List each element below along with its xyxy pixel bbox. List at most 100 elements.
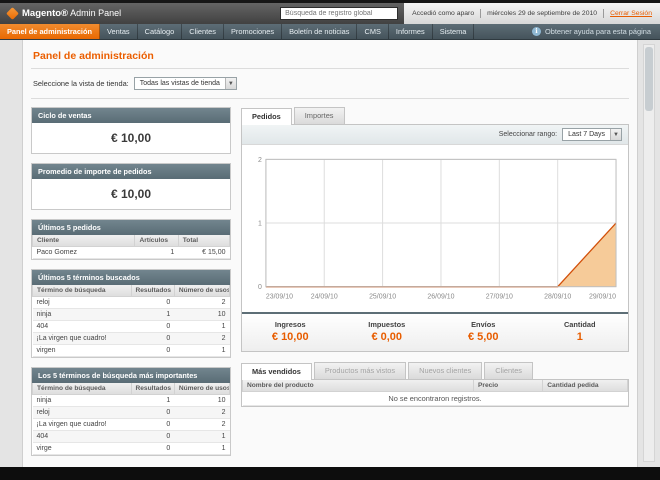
last-search-table: Término de búsqueda Resultados Número de… [32, 285, 231, 357]
last-search-title: Últimos 5 términos buscados [32, 270, 230, 285]
brand-text: Magento® Admin Panel [22, 8, 121, 19]
table-header-row: Nombre del producto Precio Cantidad pedi… [242, 380, 628, 392]
tab-clientes[interactable]: Clientes [484, 362, 533, 379]
table-row[interactable]: 404 0 1 [32, 320, 230, 333]
magento-logo-icon [6, 7, 19, 20]
lifetime-sales-value: € 10,00 [110, 131, 152, 145]
grid-tabs: Más vendidos Productos más vistos Nuevos… [241, 362, 629, 380]
right-column: Pedidos Importes Seleccionar rango: Last… [241, 107, 629, 465]
total-cantidad: Cantidad 1 [563, 320, 596, 343]
left-column: Ciclo de ventas € 10,00 Promedio de impo… [31, 107, 231, 465]
table-row[interactable]: ¡La virgen que cuadro! 0 2 [32, 332, 230, 345]
page-title: Panel de administración [33, 50, 154, 62]
logout-link[interactable]: Cerrar Sesión [610, 10, 652, 17]
table-row[interactable]: reloj 0 2 [32, 296, 230, 309]
range-select[interactable]: Last 7 Days ▼ [562, 128, 622, 141]
nav-item-promociones[interactable]: Promociones [224, 24, 283, 39]
tab-nuevos-clientes[interactable]: Nuevos clientes [408, 362, 483, 379]
logged-in-as: Accedió como aparo [412, 10, 475, 17]
table-header-row: Término de búsqueda Resultados Número de… [32, 383, 231, 395]
last-orders-table: Cliente Artículos Total Paco Gomez 1 € 1… [31, 235, 231, 259]
totals-bar: Ingresos € 10,00 Impuestos € 0,00 Envíos… [242, 312, 628, 351]
brand-suffix: Admin Panel [70, 8, 122, 18]
col-usos: Número de usos [173, 383, 231, 395]
col-articulos: Artículos [134, 235, 179, 247]
col-termino: Término de búsqueda [32, 383, 132, 395]
chart-x-label: 28/09/10 [544, 294, 571, 301]
chevron-down-icon: ▼ [224, 78, 236, 89]
global-search-input[interactable] [280, 7, 399, 20]
col-usos: Número de usos [173, 285, 231, 297]
nav-item-cms[interactable]: CMS [357, 24, 389, 39]
col-cliente: Cliente [31, 235, 136, 247]
store-view-select[interactable]: Todas las vistas de tienda ▼ [133, 77, 237, 90]
bestsellers-panel: Nombre del producto Precio Cantidad pedi… [241, 380, 629, 407]
chart-x-label: 26/09/10 [427, 294, 454, 301]
col-resultados: Resultados [130, 285, 175, 297]
separator [603, 9, 605, 18]
table-row[interactable]: reloj 0 2 [32, 406, 230, 419]
nav-item-boletin[interactable]: Boletín de noticias [282, 24, 358, 39]
last-search-card: Últimos 5 términos buscados Término de b… [31, 269, 231, 358]
col-resultados: Resultados [130, 383, 175, 395]
table-row[interactable]: 404 0 1 [32, 430, 230, 443]
page-help-link[interactable]: i Obtener ayuda para esta página [523, 24, 660, 39]
nav-item-clientes[interactable]: Clientes [182, 24, 224, 39]
total-ingresos: Ingresos € 10,00 [271, 320, 309, 343]
magento-admin-window: Magento® Admin Panel Accedió como aparo … [0, 0, 660, 480]
nav-item-informes[interactable]: Informes [389, 24, 433, 39]
table-row[interactable]: virge 0 1 [32, 442, 230, 455]
chart-x-label: 23/09/10 [266, 294, 293, 301]
nav-item-catalogo[interactable]: Catálogo [138, 24, 183, 39]
table-row[interactable]: virgen 0 1 [32, 344, 230, 357]
average-orders-title: Promedio de importe de pedidos [32, 164, 230, 179]
table-row[interactable]: ninja 1 10 [32, 308, 230, 321]
total-envios: Envíos € 5,00 [467, 320, 499, 343]
top-search-title: Los 5 términos de búsqueda más important… [32, 368, 230, 383]
tab-mas-vendidos[interactable]: Más vendidos [241, 363, 312, 380]
help-icon: i [531, 27, 541, 36]
bestsellers-block: Más vendidos Productos más vistos Nuevos… [241, 362, 629, 407]
chart-x-label: 25/09/10 [369, 294, 396, 301]
divider [31, 98, 629, 99]
table-row[interactable]: ¡La virgen que cuadro! 0 2 [32, 418, 230, 431]
average-orders-card: Promedio de importe de pedidos € 10,00 [31, 163, 231, 210]
tab-productos-mas-vistos[interactable]: Productos más vistos [313, 362, 407, 379]
scrollbar-thumb[interactable] [645, 47, 653, 111]
empty-message: No se encontraron registros. [242, 391, 628, 406]
nav-item-ventas[interactable]: Ventas [100, 24, 138, 39]
store-view-row: Seleccione la vista de tienda: Todas las… [31, 69, 629, 98]
orders-chart: 23/09/10 24/09/10 25/09/10 26/09/10 27/09/10… [242, 145, 628, 308]
scrollbar[interactable] [643, 44, 655, 462]
nav-item-sistema[interactable]: Sistema [433, 24, 475, 39]
total-impuestos: Impuestos € 0,00 [368, 320, 406, 343]
orders-panel: Seleccionar rango: Last 7 Days ▼ 23/09/1… [241, 125, 629, 352]
window-bottom-edge [0, 467, 660, 480]
content-card: Panel de administración Seleccione la vi… [22, 40, 638, 467]
tab-pedidos[interactable]: Pedidos [241, 108, 292, 125]
col-termino: Término de búsqueda [32, 285, 132, 297]
chevron-down-icon: ▼ [610, 129, 621, 140]
diagram-tabs: Pedidos Importes [241, 107, 629, 125]
chart-x-label: 29/09/10 [589, 294, 616, 301]
empty-row: No se encontraron registros. [242, 391, 628, 406]
store-view-label: Seleccione la vista de tienda: [33, 79, 129, 88]
tab-importes[interactable]: Importes [293, 107, 345, 124]
table-header-row: Cliente Artículos Total [31, 235, 231, 247]
current-date: miércoles 29 de septiembre de 2010 [487, 10, 598, 17]
table-row[interactable]: Paco Gomez 1 € 15,00 [32, 246, 230, 259]
range-row: Seleccionar rango: Last 7 Days ▼ [242, 125, 628, 145]
orders-chart-svg: 23/09/10 24/09/10 25/09/10 26/09/10 27/09/10… [258, 157, 617, 301]
col-total: Total [177, 235, 231, 247]
table-row[interactable]: ninja 1 10 [32, 394, 230, 407]
content-area: Panel de administración Seleccione la vi… [0, 40, 660, 467]
lifetime-sales-title: Ciclo de ventas [32, 108, 230, 123]
last-orders-card: Últimos 5 pedidos Cliente Artículos Tota… [31, 219, 231, 260]
last-orders-title: Últimos 5 pedidos [32, 220, 230, 235]
nav-item-dashboard[interactable]: Panel de administración [0, 24, 101, 39]
separator [480, 9, 482, 18]
header-bar: Magento® Admin Panel Accedió como aparo … [0, 3, 660, 24]
brand: Magento® Admin Panel [6, 7, 121, 20]
brand-name: Magento® [22, 8, 69, 19]
range-label: Seleccionar rango: [498, 131, 558, 138]
